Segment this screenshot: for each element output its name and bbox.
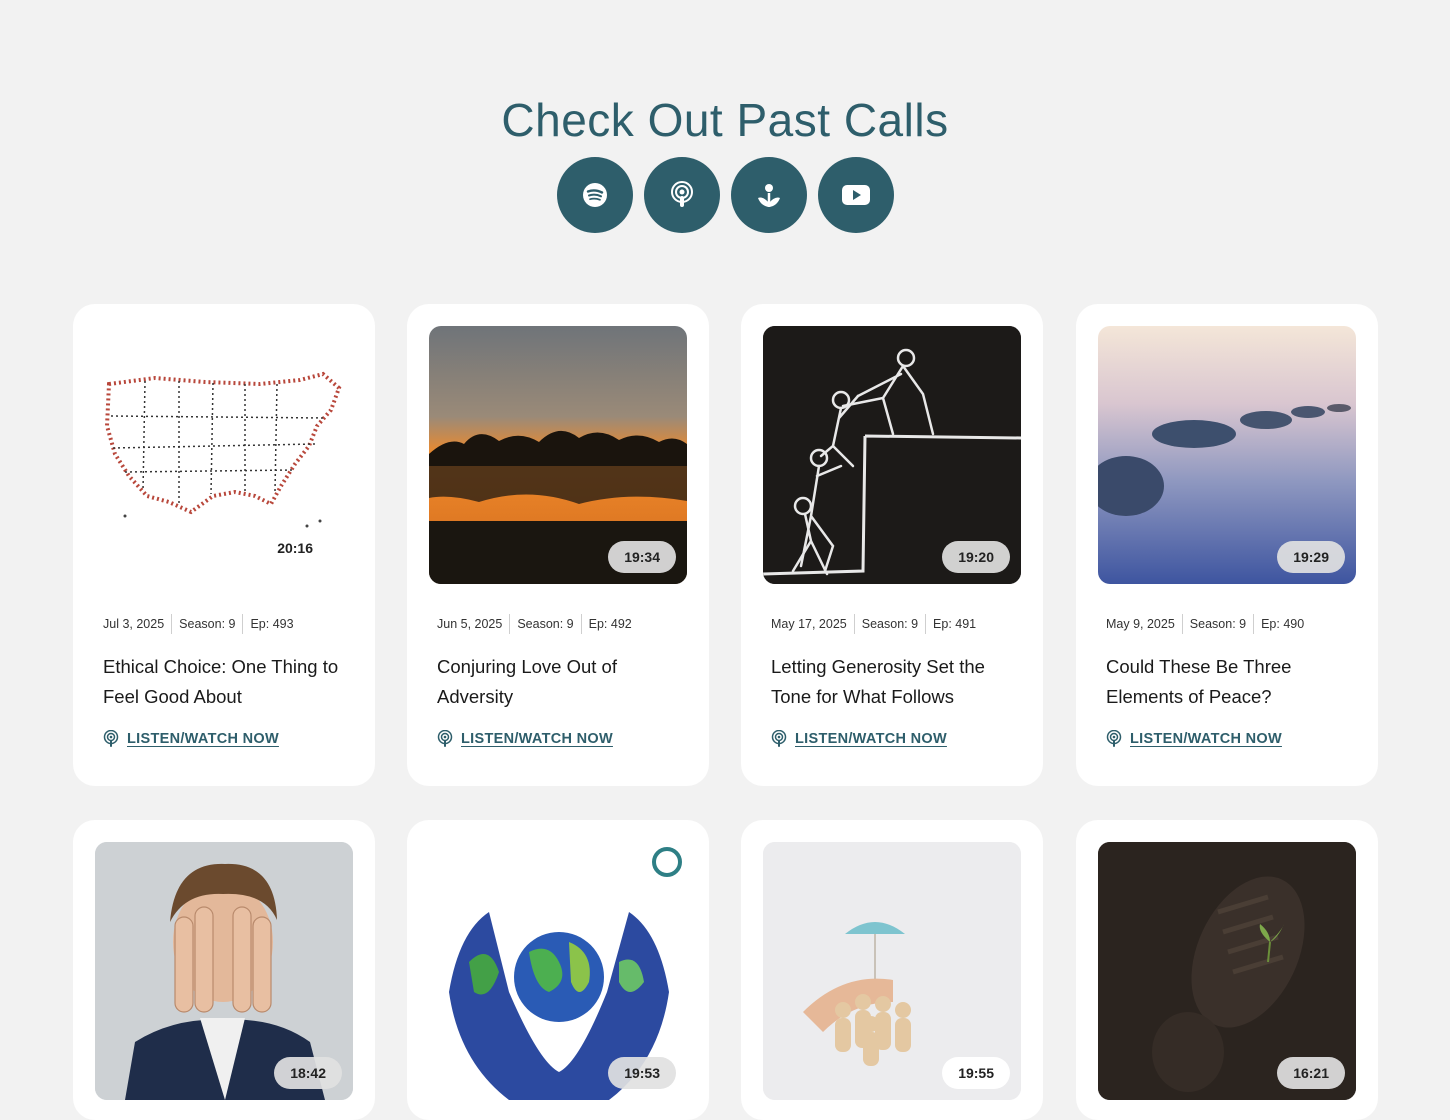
episode-thumbnail[interactable]: 19:34	[429, 326, 687, 584]
youtube-icon	[841, 185, 870, 205]
podcast-icon	[103, 730, 119, 747]
youtube-button[interactable]	[817, 157, 894, 233]
episode-season: Season: 9	[509, 614, 580, 634]
episode-number: Ep: 493	[242, 614, 300, 634]
apple-podcasts-icon	[670, 181, 693, 207]
episode-thumbnail[interactable]: 20:16	[95, 326, 353, 584]
episode-thumbnail[interactable]: 18:42	[95, 842, 353, 1100]
listen-watch-link[interactable]: LISTEN/WATCH NOW	[103, 730, 279, 748]
duration-badge: 19:53	[608, 1057, 676, 1089]
duration-badge: 20:16	[277, 540, 313, 556]
episode-card: 16:21	[1076, 820, 1378, 1120]
episode-date: May 9, 2025	[1106, 617, 1175, 631]
platform-links	[0, 157, 1450, 233]
podcast-app-icon	[757, 184, 780, 207]
episode-meta: May 9, 2025 Season: 9 Ep: 490	[1106, 614, 1311, 634]
duration-badge: 19:29	[1277, 541, 1345, 573]
listen-watch-label[interactable]: LISTEN/WATCH NOW	[1130, 731, 1282, 747]
episode-season: Season: 9	[171, 614, 242, 634]
duration-badge: 19:55	[942, 1057, 1010, 1089]
duration-badge: 18:42	[274, 1057, 342, 1089]
episode-card: 19:29 May 9, 2025 Season: 9 Ep: 490 Coul…	[1076, 304, 1378, 786]
episode-thumbnail[interactable]: 16:21	[1098, 842, 1356, 1100]
episode-card: 19:53	[407, 820, 709, 1120]
listen-watch-label[interactable]: LISTEN/WATCH NOW	[795, 731, 947, 747]
listen-watch-label[interactable]: LISTEN/WATCH NOW	[127, 731, 279, 747]
episode-season: Season: 9	[1181, 614, 1253, 634]
section-title: Check Out Past Calls	[501, 93, 949, 146]
episode-card: 20:16 Jul 3, 2025 Season: 9 Ep: 493 Ethi…	[73, 304, 375, 786]
episode-date: Jun 5, 2025	[437, 617, 503, 631]
listen-watch-label[interactable]: LISTEN/WATCH NOW	[461, 731, 613, 747]
episode-thumbnail[interactable]: 19:20	[763, 326, 1021, 584]
episode-thumbnail[interactable]: 19:53	[429, 842, 687, 1100]
episode-meta: Jul 3, 2025 Season: 9 Ep: 493	[103, 614, 301, 634]
episode-meta: Jun 5, 2025 Season: 9 Ep: 492	[437, 614, 639, 634]
episode-card: 19:55	[741, 820, 1043, 1120]
duration-badge: 19:20	[942, 541, 1010, 573]
episode-card: 19:34 Jun 5, 2025 Season: 9 Ep: 492 Conj…	[407, 304, 709, 786]
episode-date: May 17, 2025	[771, 617, 847, 631]
duration-badge: 16:21	[1277, 1057, 1345, 1089]
episode-thumbnail[interactable]: 19:55	[763, 842, 1021, 1100]
spotify-button[interactable]	[556, 157, 633, 233]
spotify-icon	[582, 183, 607, 207]
podcast-icon	[1106, 730, 1122, 747]
episode-date: Jul 3, 2025	[103, 617, 165, 631]
episode-title[interactable]: Could These Be Three Elements of Peace?	[1106, 652, 1356, 712]
podcast-app-button[interactable]	[730, 157, 807, 233]
episode-number: Ep: 492	[580, 614, 639, 634]
episode-thumbnail[interactable]: 19:29	[1098, 326, 1356, 584]
episode-number: Ep: 491	[925, 614, 983, 634]
listen-watch-link[interactable]: LISTEN/WATCH NOW	[1106, 730, 1282, 748]
episode-card: 18:42	[73, 820, 375, 1120]
episode-meta: May 17, 2025 Season: 9 Ep: 491	[771, 614, 983, 634]
listen-watch-link[interactable]: LISTEN/WATCH NOW	[771, 730, 947, 748]
episode-number: Ep: 490	[1253, 614, 1311, 634]
episode-title[interactable]: Conjuring Love Out of Adversity	[437, 652, 687, 712]
episode-title[interactable]: Letting Generosity Set the Tone for What…	[771, 652, 1021, 712]
episode-title[interactable]: Ethical Choice: One Thing to Feel Good A…	[103, 652, 353, 712]
podcast-icon	[771, 730, 787, 747]
episode-season: Season: 9	[853, 614, 925, 634]
listen-watch-link[interactable]: LISTEN/WATCH NOW	[437, 730, 613, 748]
duration-badge: 19:34	[608, 541, 676, 573]
apple-podcasts-button[interactable]	[643, 157, 720, 233]
episode-card: 19:20 May 17, 2025 Season: 9 Ep: 491 Let…	[741, 304, 1043, 786]
podcast-icon	[437, 730, 453, 747]
